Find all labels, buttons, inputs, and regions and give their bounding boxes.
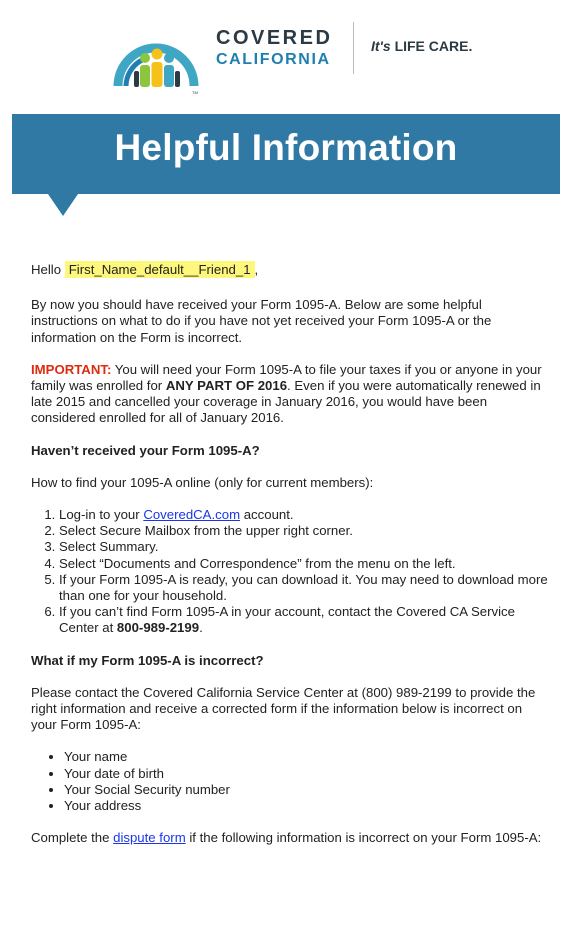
important-paragraph: IMPORTANT: You will need your Form 1095-… (31, 362, 551, 427)
banner-title: Helpful Information (114, 127, 458, 168)
greeting-prefix: Hello (31, 262, 62, 277)
step-item: Select Summary. (59, 539, 551, 555)
dispute-prefix: Complete the (31, 830, 114, 846)
step-item: If you can’t find Form 1095-A in your ac… (59, 604, 551, 636)
steps-list: Log-in to your CoveredCA.com account. Se… (31, 507, 551, 637)
section1-intro: How to find your 1095-A online (only for… (31, 474, 374, 490)
section-heading-not-received: Haven’t received your Form 1095-A? (31, 442, 260, 458)
step-item: If your Form 1095-A is ready, you can do… (59, 572, 551, 604)
step6-suffix: . (199, 620, 203, 636)
tagline-rest: LIFE CARE. (394, 38, 473, 54)
step-item: Select Secure Mailbox from the upper rig… (59, 523, 551, 539)
brand-wordmark: COVERED CALIFORNIA (216, 28, 332, 68)
service-phone: 800-989-2199 (116, 620, 200, 636)
tagline: It's LIFE CARE. (371, 38, 472, 54)
intro-paragraph: By now you should have received your For… (31, 297, 492, 345)
step-item: Log-in to your CoveredCA.com account. (59, 507, 551, 523)
section-heading-incorrect: What if my Form 1095-A is incorrect? (31, 652, 264, 668)
email-page: TM COVERED CALIFORNIA It's LIFE CARE. He… (0, 0, 572, 952)
dispute-paragraph: Complete the dispute form if the followi… (31, 830, 551, 846)
important-bold: ANY PART OF 2016 (165, 378, 288, 394)
step1-suffix: account. (240, 507, 294, 523)
list-item: Your Social Security number (64, 782, 551, 798)
email-header: TM COVERED CALIFORNIA It's LIFE CARE. (0, 0, 572, 110)
list-item: Your name (64, 749, 551, 765)
dispute-suffix: if the following information is incorrec… (185, 830, 542, 846)
brand-divider (353, 22, 354, 74)
banner-notch (48, 194, 78, 216)
list-item: Your address (64, 798, 551, 814)
title-banner: Helpful Information (12, 114, 560, 194)
tagline-its: It's (371, 38, 391, 54)
step1-prefix: Log-in to your (59, 507, 144, 523)
greeting-suffix: , (254, 262, 259, 277)
brand-california: CALIFORNIA (216, 51, 331, 68)
step-item: Select “Documents and Correspondence” fr… (59, 556, 551, 572)
greeting-name: First_Name_default__Friend_1 (64, 261, 255, 278)
greeting: Hello First_Name_default__Friend_1, (31, 261, 551, 278)
email-body: Hello First_Name_default__Friend_1, By n… (31, 261, 551, 862)
covered-california-logo-icon: TM (113, 43, 199, 95)
incorrect-info-list: Your name Your date of birth Your Social… (31, 749, 551, 814)
coveredca-link[interactable]: CoveredCA.com (143, 507, 240, 522)
trademark-mark: TM (192, 90, 198, 95)
important-label: IMPORTANT: (31, 361, 112, 377)
dispute-form-link[interactable]: dispute form (113, 830, 186, 845)
section2-intro: Please contact the Covered California Se… (31, 684, 536, 733)
brand-covered: COVERED (216, 27, 333, 49)
list-item: Your date of birth (64, 766, 551, 782)
